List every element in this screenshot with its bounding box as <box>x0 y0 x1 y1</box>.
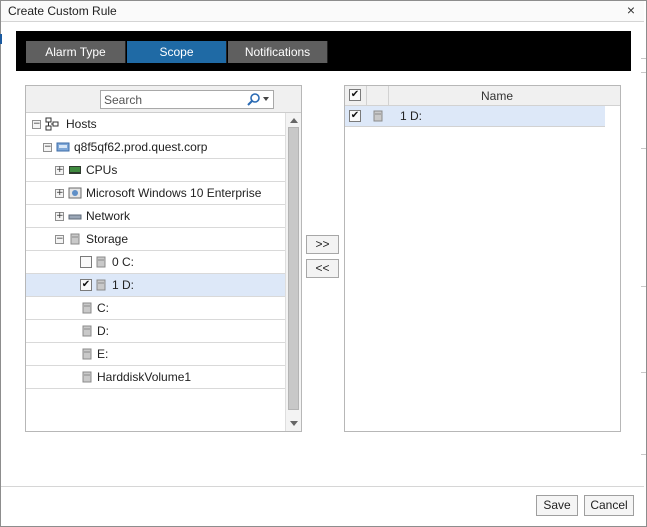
background-edge <box>641 372 646 373</box>
background-edge <box>641 286 646 287</box>
tree-item-label: CPUs <box>86 163 118 177</box>
selected-row[interactable]: ✔ 1 D: <box>345 106 605 127</box>
dialog-title: Create Custom Rule <box>8 4 117 18</box>
search-icon[interactable] <box>246 92 262 108</box>
name-column-header[interactable]: Name <box>389 89 605 103</box>
selected-items-panel: ✔ Name ✔ 1 D: <box>344 85 621 432</box>
disk-icon <box>82 371 92 383</box>
disk-icon <box>96 279 106 291</box>
background-edge <box>641 148 646 149</box>
tree-item-label: Microsoft Windows 10 Enterprise <box>86 186 262 200</box>
background-edge <box>641 454 646 455</box>
row-name: 1 D: <box>400 109 423 123</box>
tree-item-0c[interactable]: 0 C: <box>26 251 285 274</box>
item-checkbox[interactable]: ✔ <box>80 279 92 291</box>
tree-item-host[interactable]: − q8f5qf62.prod.quest.corp <box>26 136 285 159</box>
background-edge <box>641 72 646 73</box>
tree-item-label: 0 C: <box>112 255 135 269</box>
item-checkbox[interactable] <box>80 256 92 268</box>
tree-item-hosts[interactable]: − Hosts <box>26 113 285 136</box>
background-edge <box>641 58 646 59</box>
collapse-icon[interactable]: − <box>43 143 52 152</box>
cpu-icon <box>69 166 81 174</box>
close-icon[interactable]: × <box>624 2 638 18</box>
expand-icon[interactable]: + <box>55 166 64 175</box>
tree-item-e[interactable]: E: <box>26 343 285 366</box>
disk-icon <box>96 256 106 268</box>
selected-table-header: ✔ Name <box>345 86 620 106</box>
expand-icon[interactable]: + <box>55 189 64 198</box>
dialog-titlebar: Create Custom Rule × <box>1 1 644 22</box>
tree-item-label: HarddiskVolume1 <box>97 370 192 384</box>
tab-alarm-type[interactable]: Alarm Type <box>26 41 126 63</box>
scroll-down-icon[interactable] <box>290 421 298 426</box>
tree-item-c[interactable]: C: <box>26 297 285 320</box>
collapse-icon[interactable]: − <box>55 235 64 244</box>
cancel-button[interactable]: Cancel <box>584 495 634 516</box>
os-icon <box>68 187 82 199</box>
collapse-icon[interactable]: − <box>32 120 41 129</box>
disk-icon <box>82 325 92 337</box>
background-edge <box>0 34 2 44</box>
tree-item-label: D: <box>97 324 109 338</box>
tree-item-label: Storage <box>86 232 129 246</box>
row-checkbox[interactable]: ✔ <box>349 110 361 122</box>
chevron-down-icon[interactable] <box>263 97 269 101</box>
select-all-checkbox[interactable]: ✔ <box>349 89 361 101</box>
disk-icon <box>82 302 92 314</box>
tree-item-label: Network <box>86 209 131 223</box>
hosts-icon <box>45 117 59 131</box>
disk-icon <box>82 348 92 360</box>
tab-scope[interactable]: Scope <box>127 41 227 63</box>
storage-icon <box>70 233 80 245</box>
tree-item-1d[interactable]: ✔ 1 D: <box>26 274 285 297</box>
save-button[interactable]: Save <box>536 495 578 516</box>
header-icon-cell <box>367 86 389 106</box>
search-strip <box>26 86 301 113</box>
host-icon <box>56 142 70 152</box>
scope-tree-panel: − Hosts − q8f5qf62.prod.quest.corp + <box>25 85 302 432</box>
wizard-tabbar: Alarm Type Scope Notifications <box>16 31 631 71</box>
add-selected-button[interactable]: >> <box>306 235 339 254</box>
tree-item-d[interactable]: D: <box>26 320 285 343</box>
tree-scrollbar[interactable] <box>285 113 301 431</box>
disk-icon <box>373 110 383 122</box>
network-icon <box>68 214 82 220</box>
tree-item-storage[interactable]: − Storage <box>26 228 285 251</box>
search-input[interactable] <box>101 91 241 108</box>
tab-notifications[interactable]: Notifications <box>228 41 328 63</box>
tree-item-label: 1 D: <box>112 278 135 292</box>
scroll-up-icon[interactable] <box>290 118 298 123</box>
header-check-cell: ✔ <box>345 86 367 106</box>
tree-item-label: Hosts <box>66 117 97 131</box>
tree-item-label: C: <box>97 301 109 315</box>
scrollbar-thumb[interactable] <box>288 127 299 410</box>
remove-selected-button[interactable]: << <box>306 259 339 278</box>
search-box[interactable] <box>100 90 274 109</box>
tree-item-cpus[interactable]: + CPUs <box>26 159 285 182</box>
tree-item-label: E: <box>97 347 109 361</box>
tree-item-network[interactable]: + Network <box>26 205 285 228</box>
expand-icon[interactable]: + <box>55 212 64 221</box>
dialog-footer: Save Cancel <box>1 486 644 525</box>
tree-item-os[interactable]: + Microsoft Windows 10 Enterprise <box>26 182 285 205</box>
tree-item-harddiskvolume1[interactable]: HarddiskVolume1 <box>26 366 285 389</box>
tree-item-label: q8f5qf62.prod.quest.corp <box>74 140 208 154</box>
